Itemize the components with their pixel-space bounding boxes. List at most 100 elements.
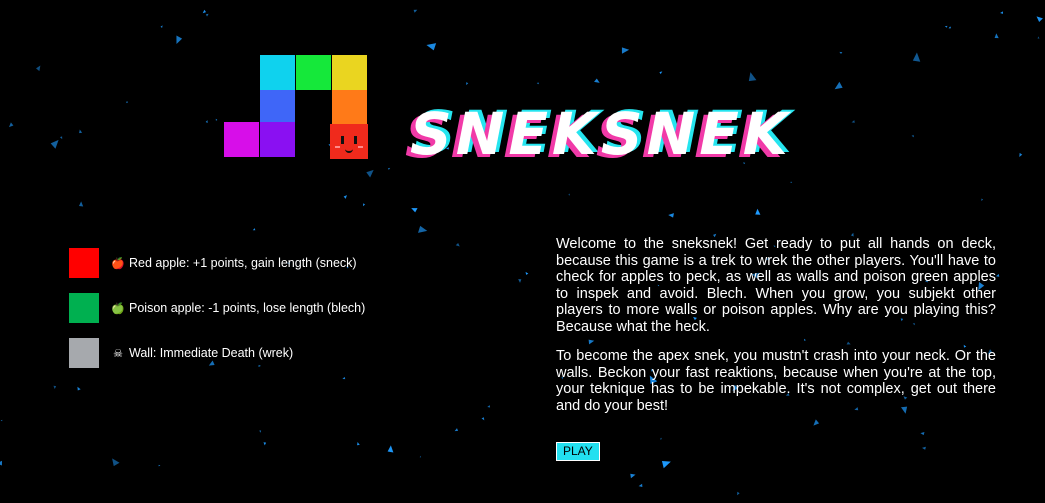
star-particle <box>259 430 262 433</box>
legend-item-wall: ☠ Wall: Immediate Death (wrek) <box>69 338 293 368</box>
star-particle <box>981 198 984 201</box>
star-particle <box>413 9 418 13</box>
legend-label: Red apple: +1 points, gain length (sneck… <box>129 256 357 270</box>
green-apple-icon: 🍏 <box>111 301 125 315</box>
star-particle <box>362 203 366 207</box>
star-particle <box>922 446 926 450</box>
star-particle <box>755 208 761 215</box>
star-particle <box>36 65 41 72</box>
star-particle <box>411 208 418 213</box>
star-particle <box>158 464 161 467</box>
skull-crossbones-icon: ☠ <box>113 346 123 360</box>
red-apple-icon: 🍎 <box>111 256 125 270</box>
star-particle <box>1019 152 1023 157</box>
star-particle <box>426 43 437 51</box>
snake-body-segment <box>224 122 259 157</box>
star-particle <box>205 120 208 123</box>
star-particle <box>948 26 951 29</box>
star-particle <box>454 428 459 432</box>
star-particle <box>466 82 469 86</box>
star-particle <box>79 129 83 134</box>
star-particle <box>481 417 485 421</box>
game-start-screen: SNEKSNEK 🍎 Red apple: +1 points, gain le… <box>0 0 1045 503</box>
star-particle <box>594 78 600 83</box>
wall-swatch <box>69 338 99 368</box>
star-particle <box>668 213 674 218</box>
snake-cheek <box>358 146 363 148</box>
star-particle <box>387 167 391 170</box>
star-particle <box>59 136 63 140</box>
star-particle <box>995 273 1000 277</box>
star-particle <box>518 279 522 283</box>
star-particle <box>205 13 209 17</box>
star-particle <box>263 442 267 446</box>
snake-body-segment <box>260 55 295 90</box>
star-particle <box>1037 36 1040 39</box>
star-particle <box>366 169 374 178</box>
snake-body-segment <box>296 55 331 90</box>
star-particle <box>659 437 662 440</box>
snake-body-segment <box>332 55 367 90</box>
star-particle <box>418 225 428 233</box>
star-particle <box>638 483 643 487</box>
star-particle <box>0 460 3 466</box>
star-particle <box>621 47 630 54</box>
snake-body-segment <box>332 90 367 125</box>
star-particle <box>419 455 422 458</box>
star-particle <box>9 122 14 128</box>
star-particle <box>112 458 120 467</box>
star-particle <box>568 193 570 196</box>
star-particle <box>78 201 84 207</box>
description-paragraph: To become the apex snek, you mustn't cra… <box>556 348 996 414</box>
star-particle <box>536 82 540 85</box>
star-particle <box>215 118 218 121</box>
legend-item-red-apple: 🍎 Red apple: +1 points, gain length (sne… <box>69 248 357 278</box>
star-particle <box>911 134 914 138</box>
star-particle <box>202 9 207 14</box>
star-particle <box>920 432 925 436</box>
star-particle <box>944 25 948 28</box>
star-particle <box>834 81 843 90</box>
poison-apple-swatch <box>69 293 99 323</box>
star-particle <box>661 460 671 469</box>
star-particle <box>994 33 999 39</box>
star-particle <box>487 405 491 408</box>
game-description: Welcome to the sneksnek! Get ready to pu… <box>556 236 996 427</box>
star-particle <box>912 52 921 62</box>
description-paragraph: Welcome to the sneksnek! Get ready to pu… <box>556 236 996 335</box>
star-particle <box>160 25 163 28</box>
star-particle <box>659 71 663 75</box>
star-particle <box>126 101 129 104</box>
snake-eye <box>341 136 344 144</box>
star-particle <box>357 441 360 446</box>
star-particle <box>1036 16 1043 22</box>
star-particle <box>790 181 793 183</box>
snake-eye <box>354 136 357 144</box>
legend-label: Wall: Immediate Death (wrek) <box>129 346 294 360</box>
star-particle <box>1000 11 1003 14</box>
star-particle <box>737 491 740 496</box>
star-particle <box>252 228 256 231</box>
snake-mouth <box>345 146 353 153</box>
snake-cheek <box>335 146 340 148</box>
legend-item-poison-apple: 🍏 Poison apple: -1 points, lose length (… <box>69 293 365 323</box>
star-particle <box>342 376 346 380</box>
star-particle <box>525 271 529 275</box>
snake-head <box>330 124 368 159</box>
star-particle <box>630 473 636 479</box>
star-particle <box>748 72 757 82</box>
star-particle <box>851 120 855 123</box>
star-particle <box>50 139 59 149</box>
star-particle <box>839 51 843 55</box>
star-particle <box>387 445 394 453</box>
star-particle <box>53 385 57 390</box>
legend-label: Poison apple: -1 points, lose length (bl… <box>129 301 366 315</box>
play-button[interactable]: PLAY <box>556 442 600 461</box>
star-particle <box>77 386 81 391</box>
game-title: SNEKSNEK <box>410 100 792 168</box>
snake-body-segment <box>260 90 295 125</box>
star-particle <box>0 419 3 422</box>
star-particle <box>176 35 183 44</box>
snake-body-segment <box>260 122 295 157</box>
star-particle <box>455 243 460 247</box>
